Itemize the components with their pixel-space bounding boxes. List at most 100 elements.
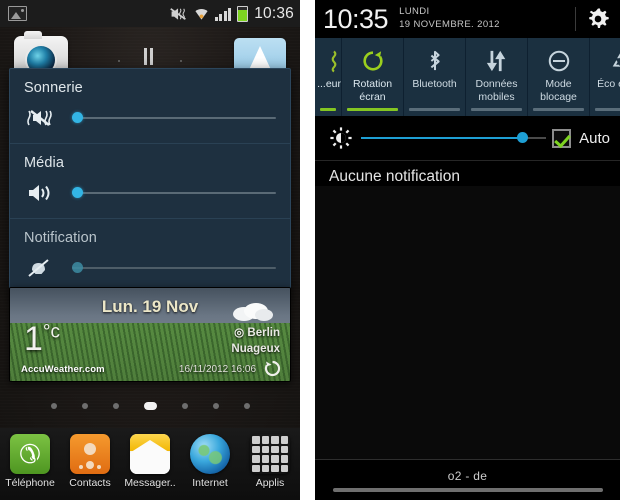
toggle-state-bar [347,108,398,111]
shade-clock: 10:35 [323,3,389,34]
image-icon [8,6,27,21]
toggle-state-bar [595,108,620,111]
page-dot[interactable] [212,403,219,409]
toggle-screen-rotation[interactable]: Rotation écran [342,38,404,116]
auto-brightness-checkbox[interactable] [552,128,572,148]
shade-divider [315,160,620,161]
phone-icon [10,434,50,474]
dock-item-internet[interactable]: Internet [182,434,238,489]
dock-item-messaging[interactable]: Messager.. [122,434,178,489]
vibrate-mute-icon[interactable] [24,106,58,130]
brightness-icon [325,126,357,150]
slider-thumb[interactable] [72,112,83,123]
volume-row-control [24,106,276,130]
shade-date: LUNDI 19 NOVEMBRE. 2012 [399,6,500,32]
empty-notifications-text: Aucune notification [329,168,460,185]
vibrate-icon [327,47,341,75]
weather-city: Berlin [247,327,280,339]
toggle-state-bar [471,108,522,111]
volume-row-label: Notification [24,230,97,246]
carrier-bar: o2 - de [315,460,620,500]
volume-row-label: Sonnerie [24,80,83,96]
home-page-dots[interactable] [0,402,300,410]
page-dot[interactable] [50,403,57,409]
gear-icon[interactable] [576,7,620,31]
quick-toggles-row[interactable]: ...eur Rotation écran Bluetooth Données … [315,38,620,116]
weather-temp-value: 1 [24,320,43,358]
home-dock: Téléphone Contacts Messager.. Internet [0,428,300,500]
weather-widget[interactable]: Lun. 19 Nov 1°c ◎ Berlin Nuageux AccuWea… [9,287,291,382]
widget-dot-right [180,60,182,62]
volume-panel: Sonnerie Média Notification [9,68,291,294]
brightness-row: Auto [315,116,620,160]
page-dot[interactable] [243,403,250,409]
weather-condition: Nuageux [231,342,280,355]
toggle-label: Bluetooth [412,78,457,90]
dock-item-apps[interactable]: Applis [242,434,298,489]
block-icon [547,47,571,75]
browser-icon [190,434,230,474]
notification-volume-slider[interactable] [72,261,276,275]
widget-dot-left [118,60,120,62]
dock-item-contacts[interactable]: Contacts [62,434,118,489]
auto-brightness-label: Auto [579,129,610,147]
weather-temp-unit: °c [42,321,61,343]
slider-fill [361,137,523,139]
bluetooth-icon [425,47,445,75]
speaker-icon[interactable] [24,181,58,205]
status-clock: 10:36 [254,4,294,22]
refresh-icon[interactable] [264,360,281,377]
rotate-icon [361,47,385,75]
shade-full-date: 19 NOVEMBRE. 2012 [399,19,500,30]
volume-row-notification[interactable]: Notification [10,219,290,293]
recycle-icon [609,47,620,75]
toggle-label: Rotation écran [352,78,393,103]
toggle-blocking-mode[interactable]: Mode blocage [528,38,590,116]
toggle-power-saving[interactable]: Éco énerg [590,38,620,116]
toggle-mobile-data[interactable]: Données mobiles [466,38,528,116]
vibrate-mute-icon [169,6,188,22]
slider-track [72,117,276,119]
toggle-bluetooth[interactable]: Bluetooth [404,38,466,116]
volume-row-label: Média [24,155,64,171]
page-dot[interactable] [81,403,88,409]
dock-item-label: Internet [192,477,228,489]
brightness-slider[interactable] [361,131,547,145]
dock-item-label: Messager.. [124,477,176,489]
page-dot[interactable] [181,403,188,409]
media-volume-slider[interactable] [72,186,276,200]
status-left-icons [8,6,27,21]
data-arrows-icon [485,47,509,75]
shade-drag-handle[interactable] [332,487,603,492]
toggle-label: Données mobiles [475,78,518,103]
dock-item-phone[interactable]: Téléphone [2,434,58,489]
slider-thumb[interactable] [72,262,83,273]
screenshot-stage: 10:36 Sonnerie Média Notification Lun. 1… [0,0,620,500]
weather-location: ◎ Berlin Nuageux [231,326,280,357]
apps-grid-icon [250,434,290,474]
contacts-icon [70,434,110,474]
ringtone-volume-slider[interactable] [72,111,276,125]
page-dot[interactable] [112,403,119,409]
cloud-icon [230,300,274,322]
shade-weekday: LUNDI [399,6,430,18]
weather-temperature: 1°c [24,322,60,356]
slider-thumb[interactable] [72,187,83,198]
carrier-label: o2 - de [447,468,488,483]
slider-thumb[interactable] [517,132,529,143]
toggle-state-bar [409,108,460,111]
slider-track [72,192,276,194]
widget-pause-icon [144,48,153,65]
volume-row-control [24,256,276,280]
toggle-state-bar [533,108,584,111]
dock-item-label: Applis [255,477,285,489]
wifi-icon [194,6,209,21]
page-dot-active[interactable] [143,402,157,410]
volume-row-control [24,181,276,205]
bell-muted-icon[interactable] [24,256,58,280]
volume-row-media[interactable]: Média [10,144,290,219]
volume-row-ringtone[interactable]: Sonnerie [10,69,290,144]
left-status-bar: 10:36 [0,0,300,27]
toggle-vibrate[interactable]: ...eur [315,38,342,116]
left-phone-screen: 10:36 Sonnerie Média Notification Lun. 1… [0,0,300,500]
